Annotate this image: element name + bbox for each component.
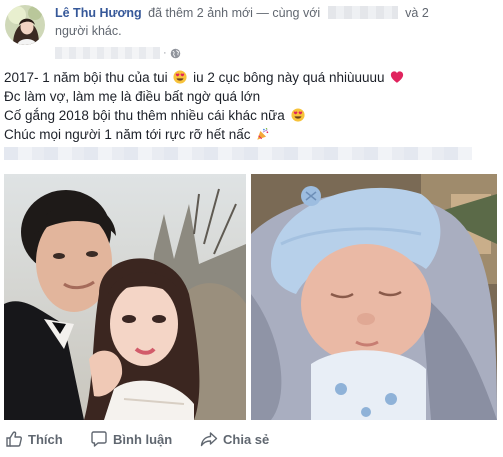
post-line-4: Chúc mọi người 1 năm tới rực rỡ hết nấc xyxy=(4,125,494,144)
post-actions-bar: Thích Bình luận Chia sẻ xyxy=(0,425,503,453)
heart-eyes-emoji-icon xyxy=(290,108,305,122)
author-name-link[interactable]: Lê Thu Hương xyxy=(55,6,142,20)
thumbs-up-icon xyxy=(6,431,22,447)
comment-label: Bình luận xyxy=(113,431,173,447)
tagged-friend-link-blurred[interactable] xyxy=(327,6,398,19)
post-photo-baby[interactable] xyxy=(251,174,497,420)
post-body: 2017- 1 năm bội thu của tui iu 2 cục bôn… xyxy=(4,68,494,144)
timestamp-blurred[interactable] xyxy=(55,47,160,59)
red-heart-emoji-icon xyxy=(391,71,404,83)
post-action-text: đã thêm 2 ảnh mới — cùng với xyxy=(148,6,321,20)
meta-separator: · xyxy=(163,47,167,59)
like-label: Thích xyxy=(28,431,63,447)
facebook-post: Lê Thu Hương đã thêm 2 ảnh mới — cùng vớ… xyxy=(0,0,503,457)
post-line-4-text: Chúc mọi người 1 năm tới rực rỡ hết nấc xyxy=(4,127,251,142)
heart-eyes-emoji-icon xyxy=(173,70,187,84)
post-line-1-text-b: iu 2 cục bông này quá nhiùuuuu xyxy=(193,70,385,85)
comment-button[interactable]: Bình luận xyxy=(90,430,172,448)
share-button[interactable]: Chia sẻ xyxy=(200,430,269,448)
post-line-1-text: 2017- 1 năm bội thu của tui xyxy=(4,70,168,85)
share-arrow-icon xyxy=(200,432,218,447)
post-header: Lê Thu Hương đã thêm 2 ảnh mới — cùng vớ… xyxy=(55,4,495,40)
like-button[interactable]: Thích xyxy=(5,430,63,448)
party-popper-emoji-icon xyxy=(257,128,269,140)
post-meta: · xyxy=(55,46,181,60)
post-line-3-text: Cố gắng 2018 bội thu thêm nhiều cái khác… xyxy=(4,108,285,123)
post-line-3: Cố gắng 2018 bội thu thêm nhiều cái khác… xyxy=(4,106,494,125)
others-link[interactable]: người khác. xyxy=(55,24,122,38)
share-label: Chia sẻ xyxy=(223,431,270,447)
globe-icon[interactable] xyxy=(170,48,181,59)
comment-bubble-icon xyxy=(91,431,107,447)
post-line-2: Đc làm vợ, làm mẹ là điều bất ngờ quá lớ… xyxy=(4,89,261,104)
hashtags-blurred xyxy=(4,147,472,160)
post-line-1: 2017- 1 năm bội thu của tui iu 2 cục bôn… xyxy=(4,68,494,87)
and-others-text: và 2 xyxy=(405,6,429,20)
author-avatar[interactable] xyxy=(5,5,45,45)
post-photo-couple[interactable] xyxy=(4,174,246,420)
